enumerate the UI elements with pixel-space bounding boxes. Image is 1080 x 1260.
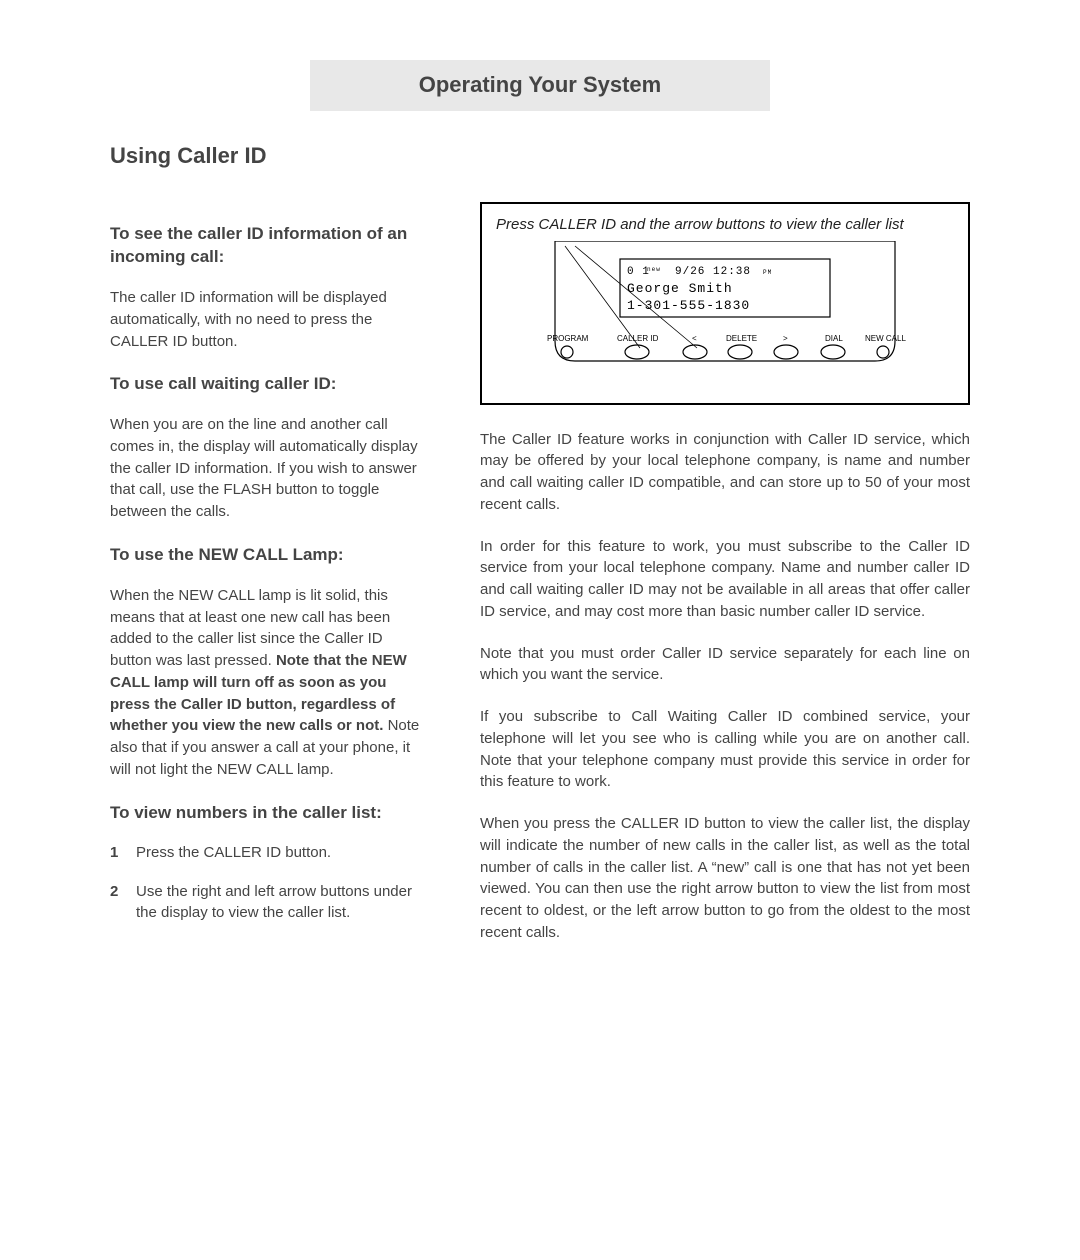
lcd-line3: 1-301-555-1830 [627,298,750,313]
right-arrow-button-icon [774,345,798,359]
main-title: Using Caller ID [110,141,970,172]
lcd-line1d: PM [763,269,772,276]
dial-button-icon [821,345,845,359]
device-shell: 0 1 new 9/26 12:38 PM George Smith 1-301… [496,241,954,391]
btn-newcall-label: NEW CALL [865,334,906,343]
right-column: Press CALLER ID and the arrow buttons to… [480,202,970,964]
right-p5: When you press the CALLER ID button to v… [480,813,970,944]
page-header: Operating Your System [310,60,770,111]
phone-icon: 0 1 new 9/26 12:38 PM George Smith 1-301… [496,241,954,391]
list-item: 1 Press the CALLER ID button. [110,842,420,863]
sec1-body: The caller ID information will be displa… [110,287,420,352]
btn-right-label: > [783,334,788,343]
btn-program-label: PROGRAM [547,334,589,343]
right-p3: Note that you must order Caller ID servi… [480,643,970,687]
device-caption: Press CALLER ID and the arrow buttons to… [496,214,954,235]
left-arrow-button-icon [683,345,707,359]
delete-button-icon [728,345,752,359]
btn-left-label: < [692,334,697,343]
sec2-heading: To use call waiting caller ID: [110,372,420,396]
sec4-heading: To view numbers in the caller list: [110,801,420,825]
lcd-line2: George Smith [627,281,733,296]
btn-delete-label: DELETE [726,334,757,343]
sec3-heading: To use the NEW CALL Lamp: [110,543,420,567]
right-p1: The Caller ID feature works in conjuncti… [480,429,970,516]
lcd-line1b: new [647,266,661,273]
list-item: 2 Use the right and left arrow buttons u… [110,881,420,923]
program-lamp-icon [561,346,573,358]
left-column: To see the caller ID information of an i… [110,202,420,964]
content-columns: To see the caller ID information of an i… [110,202,970,964]
right-p4: If you subscribe to Call Waiting Caller … [480,706,970,793]
list-text-1: Press the CALLER ID button. [136,842,420,863]
list-num-2: 2 [110,881,136,923]
lcd-line1c: 9/26 12:38 [675,266,751,278]
sec2-body: When you are on the line and another cal… [110,414,420,523]
btn-dial-label: DIAL [825,334,843,343]
sec3-body: When the NEW CALL lamp is lit solid, thi… [110,585,420,781]
btn-callerid-label: CALLER ID [617,334,659,343]
list-num-1: 1 [110,842,136,863]
device-diagram: Press CALLER ID and the arrow buttons to… [480,202,970,405]
sec1-heading: To see the caller ID information of an i… [110,222,420,270]
list-text-2: Use the right and left arrow buttons und… [136,881,420,923]
newcall-lamp-icon [877,346,889,358]
right-p2: In order for this feature to work, you m… [480,536,970,623]
sec4-list: 1 Press the CALLER ID button. 2 Use the … [110,842,420,923]
callerid-button-icon [625,345,649,359]
